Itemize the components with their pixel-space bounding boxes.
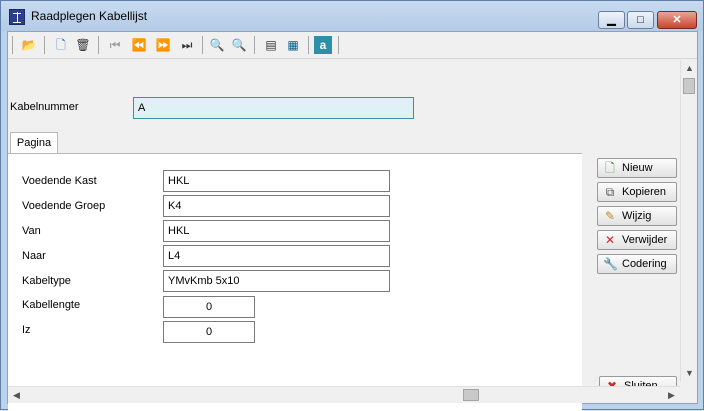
wijzig-button[interactable]: ✎ Wijzig	[597, 206, 677, 226]
kabeltype-label: Kabeltype	[22, 275, 71, 287]
client-area: 📂 🗋 🗑 ⏮ ⏪ ⏩ ⏭ 🔍 🔍 ▤ ▦ a Kabelnummer A Pa…	[7, 31, 698, 411]
main-window: Raadplegen Kabellijst ▁ □ ✕ 📂 🗋 🗑 ⏮ ⏪ ⏩ …	[0, 0, 704, 411]
window-title: Raadplegen Kabellijst	[31, 9, 148, 23]
print-preview-icon[interactable]: ▤	[262, 36, 280, 54]
title-bar[interactable]: Raadplegen Kabellijst ▁ □ ✕	[1, 1, 703, 31]
toolbar: 📂 🗋 🗑 ⏮ ⏪ ⏩ ⏭ 🔍 🔍 ▤ ▦ a	[8, 32, 697, 59]
pencil-icon: ✎	[604, 209, 616, 223]
verwijder-button[interactable]: ✕ Verwijder	[597, 230, 677, 250]
toolbar-separator	[254, 36, 255, 54]
nieuw-button-label: Nieuw	[622, 162, 653, 174]
close-button[interactable]: ✕	[657, 11, 697, 29]
toolbar-separator	[308, 36, 309, 54]
codering-button-label: Codering	[622, 258, 667, 270]
first-record-icon[interactable]: ⏮	[106, 36, 124, 54]
new-document-icon[interactable]: 🗋	[52, 36, 70, 54]
scroll-right-icon[interactable]: ▶	[663, 387, 680, 404]
kopieren-button[interactable]: ⧉ Kopieren	[597, 182, 677, 202]
table-view-icon[interactable]: ▦	[284, 36, 302, 54]
van-label: Van	[22, 225, 41, 237]
horizontal-scroll-thumb[interactable]	[463, 389, 479, 401]
tab-pagina[interactable]: Pagina	[10, 132, 58, 154]
zoom-out-icon[interactable]: 🔍	[230, 36, 248, 54]
copy-icon: ⧉	[605, 185, 615, 199]
kabelnummer-field[interactable]: A	[133, 97, 414, 119]
kopieren-button-label: Kopieren	[622, 186, 667, 198]
open-folder-icon[interactable]: 📂	[20, 36, 38, 54]
zoom-in-icon[interactable]: 🔍	[208, 36, 226, 54]
voedende-groep-field[interactable]: K4	[163, 195, 390, 217]
voedende-kast-field[interactable]: HKL	[163, 170, 390, 192]
kabeltype-field[interactable]: YMvKmb 5x10	[163, 270, 390, 292]
tab-panel: Voedende Kast HKL Voedende Groep K4 Van …	[8, 153, 582, 411]
kabellengte-label: Kabellengte	[22, 299, 81, 311]
maximize-icon: □	[637, 14, 644, 26]
trash-icon[interactable]: 🗑	[74, 36, 92, 54]
last-record-icon[interactable]: ⏭	[178, 36, 196, 54]
naar-field[interactable]: L4	[163, 245, 390, 267]
voedende-groep-label: Voedende Groep	[22, 200, 106, 212]
close-icon: ✕	[672, 14, 682, 26]
iz-field[interactable]: 0	[163, 321, 255, 343]
horizontal-scrollbar[interactable]: ◀ ▶	[8, 386, 680, 403]
nieuw-button[interactable]: 🗋 Nieuw	[597, 158, 677, 178]
kabellengte-field[interactable]: 0	[163, 296, 255, 318]
format-text-icon[interactable]: a	[314, 36, 332, 54]
verwijder-button-label: Verwijder	[622, 234, 668, 246]
wrench-icon: 🔧	[603, 257, 618, 271]
toolbar-separator	[44, 36, 45, 54]
voedende-kast-label: Voedende Kast	[22, 175, 97, 187]
next-record-icon[interactable]: ⏩	[154, 36, 172, 54]
toolbar-separator	[12, 36, 13, 54]
previous-record-icon[interactable]: ⏪	[130, 36, 148, 54]
iz-label: Iz	[22, 324, 31, 336]
toolbar-separator	[202, 36, 203, 54]
minimize-button[interactable]: ▁	[598, 11, 625, 29]
minimize-icon: ▁	[607, 14, 616, 26]
scroll-down-icon[interactable]: ▼	[681, 365, 698, 382]
toolbar-separator	[98, 36, 99, 54]
kabelnummer-label: Kabelnummer	[10, 101, 79, 113]
maximize-button[interactable]: □	[627, 11, 654, 29]
form-content: Kabelnummer A Pagina Voedende Kast HKL V…	[8, 60, 680, 411]
app-grid-icon	[9, 9, 25, 25]
codering-button[interactable]: 🔧 Codering	[597, 254, 677, 274]
new-document-icon: 🗋	[605, 161, 615, 175]
naar-label: Naar	[22, 250, 46, 262]
vertical-scrollbar[interactable]: ▲ ▼	[680, 60, 697, 382]
scrollbar-corner	[680, 386, 697, 403]
scroll-up-icon[interactable]: ▲	[681, 60, 698, 77]
delete-x-icon: ✕	[604, 233, 616, 247]
wijzig-button-label: Wijzig	[622, 210, 652, 222]
vertical-scroll-thumb[interactable]	[683, 78, 695, 94]
toolbar-separator	[338, 36, 339, 54]
scroll-left-icon[interactable]: ◀	[8, 387, 25, 404]
van-field[interactable]: HKL	[163, 220, 390, 242]
